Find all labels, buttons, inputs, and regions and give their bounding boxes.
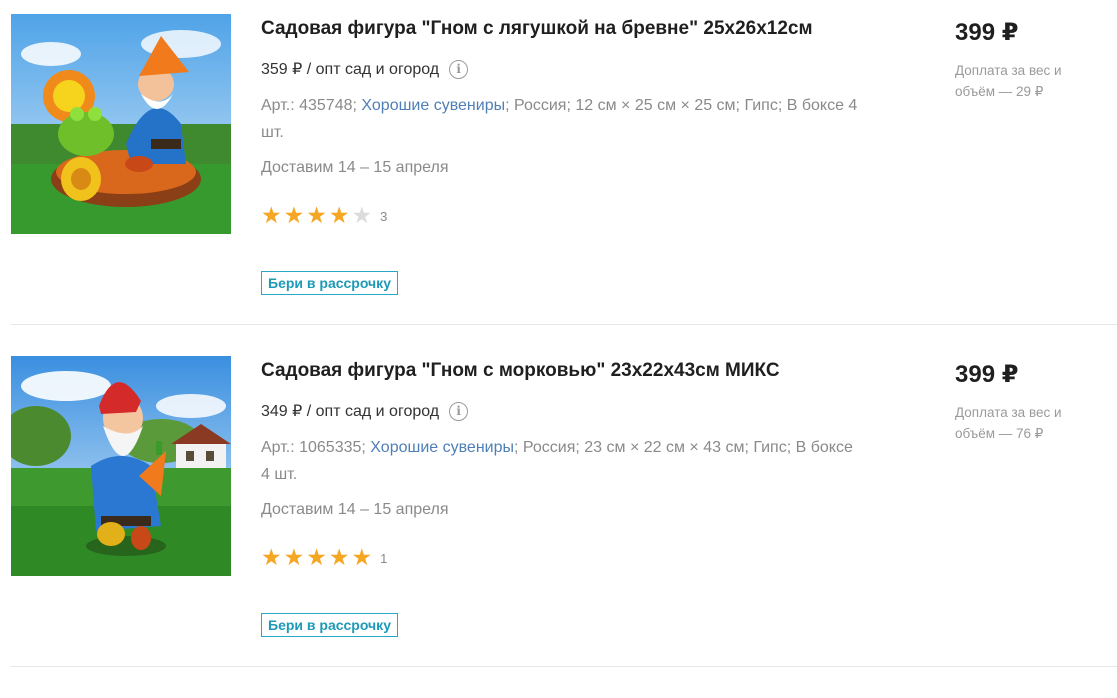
wholesale-price-text: 349 ₽ / опт сад и огород	[261, 403, 440, 420]
wholesale-price: 349 ₽ / опт сад и огород i	[261, 401, 469, 421]
info-icon[interactable]: i	[449, 59, 469, 79]
product-image[interactable]	[11, 356, 231, 576]
review-count[interactable]: 3	[380, 209, 387, 224]
product-title[interactable]: Садовая фигура "Гном с лягушкой на бревн…	[261, 18, 813, 40]
brand-link[interactable]: Хорошие сувениры	[361, 97, 505, 114]
star-icon: ★	[306, 545, 327, 571]
star-icon: ★	[261, 203, 282, 229]
specs-article: Арт.: 435748;	[261, 97, 357, 114]
star-icon: ★	[351, 545, 373, 571]
delivery-date: Доставим 14 – 15 апреля	[261, 159, 449, 176]
wholesale-price: 359 ₽ / опт сад и огород i	[261, 59, 469, 79]
product-card: Садовая фигура "Гном с морковью" 23х22х4…	[11, 356, 1117, 698]
weight-surcharge: Доплата за вес и объём — 76 ₽	[955, 405, 1062, 441]
product-price: 399 ₽	[955, 361, 1019, 388]
rating-stars[interactable]: ★ ★ ★ ★ ★ 1	[261, 547, 387, 570]
product-image[interactable]	[11, 14, 231, 234]
star-icon: ★	[328, 203, 350, 229]
product-specs: Арт.: 1065335; Хорошие сувениры; Россия;…	[261, 434, 861, 488]
brand-link[interactable]: Хорошие сувениры	[370, 439, 514, 456]
product-title[interactable]: Садовая фигура "Гном с морковью" 23х22х4…	[261, 360, 780, 382]
star-icon: ★	[351, 203, 373, 229]
product-price: 399 ₽	[955, 19, 1019, 46]
divider	[11, 666, 1117, 667]
installment-badge[interactable]: Бери в рассрочку	[261, 271, 398, 295]
star-icon: ★	[328, 545, 350, 571]
installment-badge[interactable]: Бери в рассрочку	[261, 613, 398, 637]
rating-stars[interactable]: ★ ★ ★ ★ ★ 3	[261, 205, 387, 228]
specs-article: Арт.: 1065335;	[261, 439, 366, 456]
star-icon: ★	[306, 203, 327, 229]
star-icon: ★	[283, 203, 305, 229]
garden-gnome-with-frog-image	[11, 14, 231, 234]
info-icon[interactable]: i	[449, 401, 469, 421]
review-count[interactable]: 1	[380, 551, 387, 566]
wholesale-price-text: 359 ₽ / опт сад и огород	[261, 61, 440, 78]
product-specs: Арт.: 435748; Хорошие сувениры; Россия; …	[261, 92, 861, 146]
product-card: Садовая фигура "Гном с лягушкой на бревн…	[11, 14, 1117, 356]
garden-gnome-with-carrot-image	[11, 356, 231, 576]
divider	[11, 324, 1117, 325]
star-icon: ★	[261, 545, 282, 571]
weight-surcharge: Доплата за вес и объём — 29 ₽	[955, 63, 1062, 99]
star-icon: ★	[283, 545, 305, 571]
delivery-date: Доставим 14 – 15 апреля	[261, 501, 449, 518]
